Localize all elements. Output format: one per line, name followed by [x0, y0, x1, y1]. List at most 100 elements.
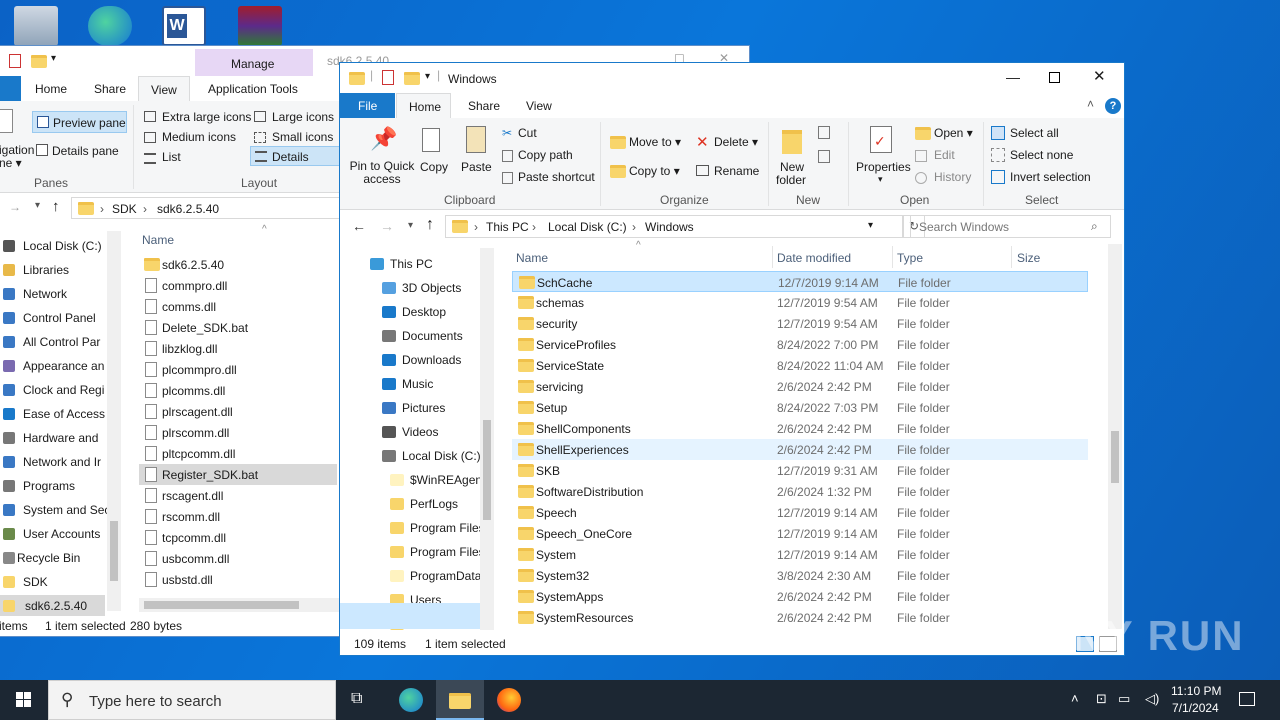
- back-icon[interactable]: ←: [352, 218, 366, 234]
- rename-button[interactable]: Rename: [714, 164, 759, 178]
- paste-shortcut-button[interactable]: Paste shortcut: [518, 170, 595, 184]
- new-folder-button[interactable]: New: [780, 160, 804, 174]
- move-to-button[interactable]: Move to ▾: [629, 135, 681, 149]
- delete-button[interactable]: Delete ▾: [714, 135, 758, 149]
- file-row[interactable]: plrscomm.dll: [139, 422, 337, 443]
- notifications-icon[interactable]: [1239, 692, 1255, 706]
- tab-application-tools[interactable]: Application Tools: [208, 82, 298, 96]
- edit-button[interactable]: Edit: [934, 148, 955, 162]
- navigation-pane-label[interactable]: igation: [0, 143, 34, 157]
- list-option[interactable]: List: [162, 150, 181, 164]
- address-bar[interactable]: › This PC › Local Disk (C:) › Windows ▾: [445, 215, 903, 238]
- recycle-bin-icon[interactable]: [14, 6, 58, 46]
- edge-taskbar-icon[interactable]: [399, 688, 423, 712]
- nav-item[interactable]: All Control Par: [0, 331, 105, 353]
- cut-button[interactable]: Cut: [518, 126, 537, 140]
- nav-item[interactable]: Local Disk (C:): [340, 445, 481, 467]
- nav-item[interactable]: Programs: [0, 475, 105, 497]
- nav-scrollbar[interactable]: [107, 231, 121, 611]
- paste-button[interactable]: Paste: [461, 160, 492, 174]
- search-box[interactable]: Search Windows ⌕: [910, 215, 1111, 238]
- table-row[interactable]: SKB 12/7/2019 9:31 AM File folder: [512, 460, 1088, 481]
- volume-icon[interactable]: ▭: [1118, 691, 1130, 707]
- table-row[interactable]: schemas 12/7/2019 9:54 AM File folder: [512, 292, 1088, 313]
- tab-share[interactable]: Share: [468, 99, 500, 113]
- nav-item[interactable]: Documents: [340, 325, 478, 347]
- nav-item[interactable]: $WinREAgent: [340, 469, 485, 491]
- nav-item[interactable]: Program Files: [340, 541, 485, 563]
- open-button[interactable]: Open ▾: [934, 126, 973, 140]
- speaker-icon[interactable]: ◁): [1145, 691, 1159, 707]
- up-icon[interactable]: ↑: [426, 216, 434, 234]
- forward-icon[interactable]: →: [380, 218, 394, 234]
- nav-item[interactable]: sdk6.2.5.40: [0, 595, 105, 617]
- file-scroll-thumb[interactable]: [1111, 431, 1119, 483]
- nav-scroll-thumb[interactable]: [110, 521, 118, 581]
- table-row[interactable]: ServiceState 8/24/2022 11:04 AM File folde…: [512, 355, 1088, 376]
- column-divider[interactable]: [772, 246, 773, 268]
- invert-selection-button[interactable]: Invert selection: [1010, 170, 1091, 184]
- manage-tab-header[interactable]: Manage: [195, 49, 313, 77]
- properties-icon[interactable]: [9, 54, 21, 68]
- table-row[interactable]: SoftwareDistribution 2/6/2024 1:32 PM File…: [512, 481, 1088, 502]
- nav-item[interactable]: Pictures: [340, 397, 478, 419]
- up-icon[interactable]: ↑: [52, 198, 60, 215]
- table-row[interactable]: ShellExperiences 2/6/2024 2:42 PM File fol…: [512, 439, 1088, 460]
- nav-item[interactable]: User Accounts: [0, 523, 105, 545]
- file-row[interactable]: Delete_SDK.bat: [139, 317, 337, 338]
- nav-item[interactable]: Network and Ir: [0, 451, 105, 473]
- breadcrumb-windows[interactable]: Windows: [645, 220, 694, 234]
- nav-item[interactable]: Control Panel: [0, 307, 105, 329]
- medium-icons-option[interactable]: Medium icons: [162, 130, 236, 144]
- column-header-type[interactable]: Type: [897, 251, 923, 265]
- network-icon[interactable]: ⊡: [1096, 691, 1107, 707]
- select-all-button[interactable]: Select all: [1010, 126, 1059, 140]
- taskbar-search[interactable]: ⚲ Type here to search: [48, 680, 336, 720]
- copy-to-button[interactable]: Copy to ▾: [629, 164, 680, 178]
- nav-item[interactable]: Recycle Bin: [0, 547, 105, 569]
- qat-dropdown-icon[interactable]: ▾: [425, 71, 430, 82]
- nav-item[interactable]: Ease of Access: [0, 403, 105, 425]
- column-divider[interactable]: [892, 246, 893, 268]
- start-button[interactable]: [0, 680, 48, 720]
- collapse-ribbon-icon[interactable]: ˄: [1087, 97, 1094, 111]
- close-icon[interactable]: ✕: [1093, 67, 1106, 85]
- file-row[interactable]: pltcpcomm.dll: [139, 443, 337, 464]
- file-row[interactable]: comms.dll: [139, 296, 337, 317]
- file-tab[interactable]: [0, 76, 21, 101]
- table-row[interactable]: SchCache 12/7/2019 9:14 AM File folder: [512, 271, 1088, 292]
- table-row[interactable]: System32 3/8/2024 2:30 AM File folder: [512, 565, 1088, 586]
- column-header-name[interactable]: Name: [516, 251, 548, 265]
- nav-item[interactable]: Desktop: [340, 301, 478, 323]
- tab-home[interactable]: Home: [35, 82, 67, 96]
- file-row[interactable]: tcpcomm.dll: [139, 527, 337, 548]
- nav-scrollbar[interactable]: [480, 248, 494, 630]
- word-icon[interactable]: W: [162, 6, 206, 46]
- nav-item[interactable]: Music: [340, 373, 478, 395]
- nav-item[interactable]: Local Disk (C:): [0, 235, 105, 257]
- select-none-button[interactable]: Select none: [1010, 148, 1073, 162]
- tab-view[interactable]: View: [526, 99, 552, 113]
- address-dropdown-icon[interactable]: ▾: [868, 220, 873, 231]
- nav-item[interactable]: SDK: [0, 571, 105, 593]
- nav-item[interactable]: 3D Objects: [340, 277, 478, 299]
- history-button[interactable]: History: [934, 170, 971, 184]
- edge-desktop-icon[interactable]: [88, 6, 132, 46]
- copy-path-button[interactable]: Copy path: [518, 148, 573, 162]
- file-tab[interactable]: File: [340, 93, 395, 118]
- show-hidden-icons-icon[interactable]: ˄: [1071, 691, 1079, 706]
- winrar-icon[interactable]: [238, 6, 282, 46]
- table-row[interactable]: Speech 12/7/2019 9:14 AM File folder: [512, 502, 1088, 523]
- name-column-header[interactable]: Name: [142, 233, 174, 247]
- clock-date[interactable]: 7/1/2024: [1172, 701, 1219, 715]
- file-row[interactable]: usbcomm.dll: [139, 548, 337, 569]
- navigation-pane-icon[interactable]: [0, 109, 13, 133]
- breadcrumb-current[interactable]: sdk6.2.5.40: [157, 202, 219, 216]
- file-explorer-taskbar-button[interactable]: [436, 680, 484, 720]
- table-row[interactable]: security 12/7/2019 9:54 AM File folder: [512, 313, 1088, 334]
- properties-icon[interactable]: [382, 70, 394, 85]
- column-divider[interactable]: [1011, 246, 1012, 268]
- qat-dropdown-icon[interactable]: ▾: [51, 53, 56, 64]
- column-header-size[interactable]: Size: [1017, 251, 1040, 265]
- folder-icon[interactable]: [31, 55, 47, 68]
